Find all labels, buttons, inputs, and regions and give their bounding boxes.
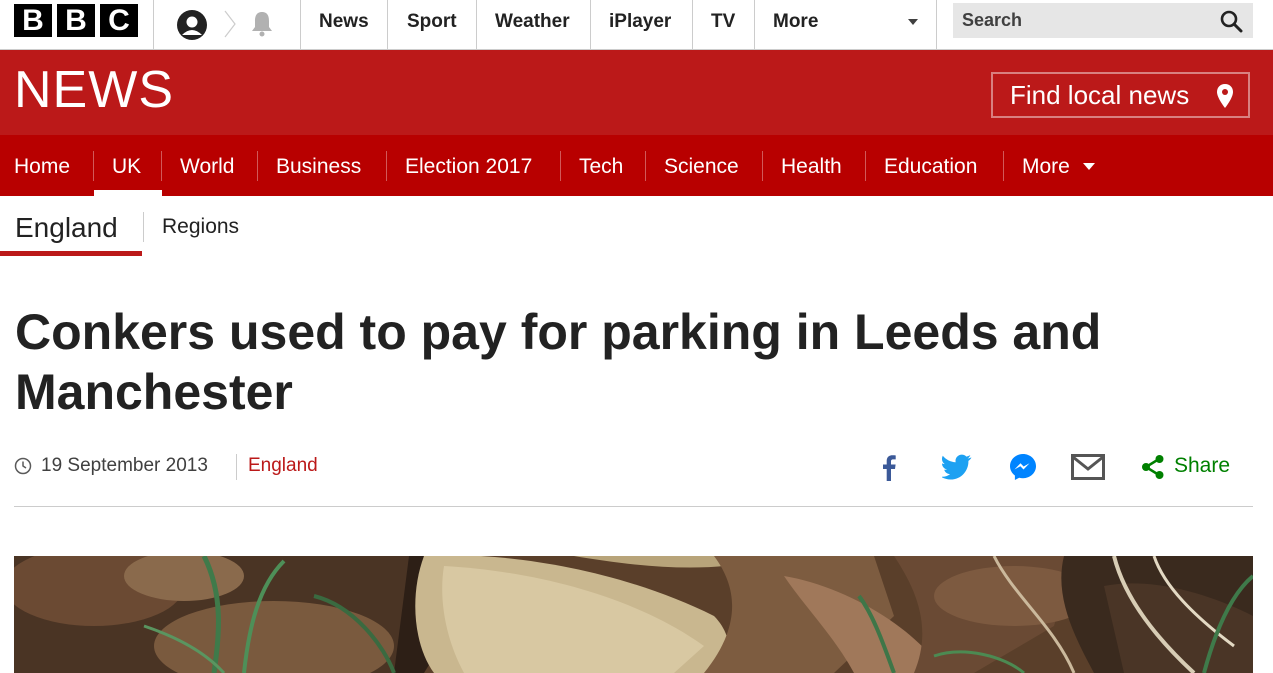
section-nav-more[interactable]: More	[1022, 135, 1070, 196]
section-nav-education[interactable]: Education	[884, 135, 977, 196]
search-icon[interactable]	[1219, 9, 1243, 33]
divider	[300, 0, 301, 49]
article-section-link[interactable]: England	[248, 455, 318, 477]
clock-icon	[14, 457, 32, 475]
search-input[interactable]: Search	[953, 3, 1253, 38]
divider	[153, 0, 154, 49]
article-date: 19 September 2013	[41, 455, 208, 476]
facebook-icon[interactable]	[879, 453, 897, 481]
global-navigation-bar: B B C News Sport Weather iPlayer TV More…	[0, 0, 1273, 50]
section-nav-health[interactable]: Health	[781, 135, 842, 196]
news-banner: NEWS Find local news	[0, 50, 1273, 135]
bbc-logo-letter: B	[57, 4, 95, 37]
caret-down-icon[interactable]	[1083, 163, 1095, 170]
divider	[590, 0, 591, 49]
global-nav-more[interactable]: More	[773, 0, 818, 49]
location-pin-icon	[1217, 84, 1233, 108]
section-nav-world[interactable]: World	[180, 135, 234, 196]
divider	[936, 0, 937, 49]
divider	[236, 454, 237, 480]
global-nav-sport[interactable]: Sport	[407, 0, 457, 49]
share-button[interactable]: Share	[1174, 454, 1230, 478]
article-hero-image	[14, 556, 1253, 673]
section-nav-home[interactable]: Home	[14, 135, 70, 196]
divider	[143, 212, 144, 242]
subnav-england[interactable]: England	[15, 212, 118, 244]
section-nav-uk[interactable]: UK	[112, 135, 141, 196]
bbc-logo[interactable]: B B C	[14, 4, 138, 37]
active-subnav-indicator	[0, 251, 142, 256]
divider	[865, 151, 866, 181]
chevron-right-icon	[224, 10, 236, 38]
bbc-logo-letter: C	[100, 4, 138, 37]
divider	[257, 151, 258, 181]
divider	[386, 151, 387, 181]
global-nav-weather[interactable]: Weather	[495, 0, 570, 49]
divider	[560, 151, 561, 181]
find-local-news-label: Find local news	[1010, 80, 1190, 110]
section-nav-science[interactable]: Science	[664, 135, 739, 196]
article-headline: Conkers used to pay for parking in Leeds…	[15, 304, 1102, 420]
section-nav-tech[interactable]: Tech	[579, 135, 623, 196]
bell-icon[interactable]	[248, 8, 276, 38]
divider	[93, 151, 94, 181]
messenger-icon[interactable]	[1009, 453, 1037, 481]
bbc-news-logo[interactable]: NEWS	[14, 60, 174, 120]
account-icon[interactable]	[176, 9, 208, 41]
email-icon[interactable]	[1071, 454, 1105, 480]
active-section-indicator	[94, 190, 162, 196]
share-icon[interactable]	[1140, 454, 1166, 480]
section-nav-business[interactable]: Business	[276, 135, 361, 196]
section-nav-election-2017[interactable]: Election 2017	[405, 135, 532, 196]
twitter-icon[interactable]	[942, 454, 972, 480]
subnav-regions[interactable]: Regions	[162, 215, 239, 239]
bbc-logo-letter: B	[14, 4, 52, 37]
divider	[476, 0, 477, 49]
find-local-news-button[interactable]: Find local news	[991, 72, 1250, 118]
divider	[161, 151, 162, 181]
section-navigation: Home UK World Business Election 2017 Tec…	[0, 135, 1273, 196]
global-nav-tv[interactable]: TV	[711, 0, 735, 49]
caret-down-icon[interactable]	[907, 18, 919, 26]
divider	[1003, 151, 1004, 181]
divider	[762, 151, 763, 181]
divider	[754, 0, 755, 49]
divider	[645, 151, 646, 181]
global-nav-news[interactable]: News	[319, 0, 369, 49]
divider	[387, 0, 388, 49]
global-nav-iplayer[interactable]: iPlayer	[609, 0, 671, 49]
divider	[14, 506, 1253, 507]
search-placeholder: Search	[962, 10, 1023, 30]
divider	[692, 0, 693, 49]
